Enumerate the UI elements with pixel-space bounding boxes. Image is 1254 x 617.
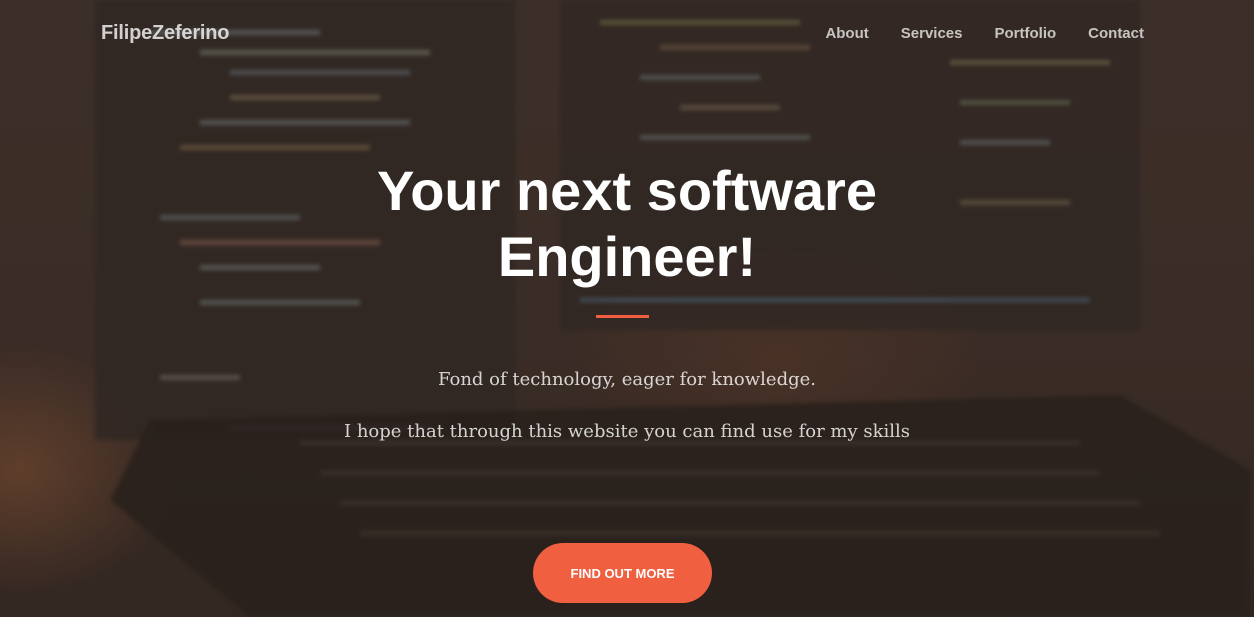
nav-item-contact: Contact	[1088, 25, 1144, 43]
brand-logo-link[interactable]: FilipeZeferino	[101, 22, 230, 45]
find-out-more-button[interactable]: FIND OUT MORE	[533, 543, 712, 603]
nav-item-services: Services	[901, 25, 963, 43]
nav-menu: About Services Portfolio Contact	[825, 25, 1144, 43]
main-navbar: FilipeZeferino About Services Portfolio …	[0, 0, 1254, 70]
hero-headline: Your next software Engineer!	[0, 158, 1254, 290]
nav-link-contact[interactable]: Contact	[1088, 25, 1144, 42]
nav-item-portfolio: Portfolio	[995, 25, 1057, 43]
nav-item-about: About	[825, 25, 868, 43]
hero-headline-line-1: Your next software	[377, 159, 877, 222]
hero-section: FilipeZeferino About Services Portfolio …	[0, 0, 1254, 617]
nav-link-about[interactable]: About	[825, 25, 868, 42]
hero-subtext-description: I hope that through this website you can…	[343, 421, 911, 442]
headline-divider	[596, 315, 649, 318]
background-overlay	[0, 0, 1254, 617]
nav-link-portfolio[interactable]: Portfolio	[995, 25, 1057, 42]
hero-headline-line-2: Engineer!	[497, 225, 757, 288]
nav-link-services[interactable]: Services	[901, 25, 963, 42]
hero-subtext-tagline: Fond of technology, eager for knowledge.	[437, 369, 816, 390]
